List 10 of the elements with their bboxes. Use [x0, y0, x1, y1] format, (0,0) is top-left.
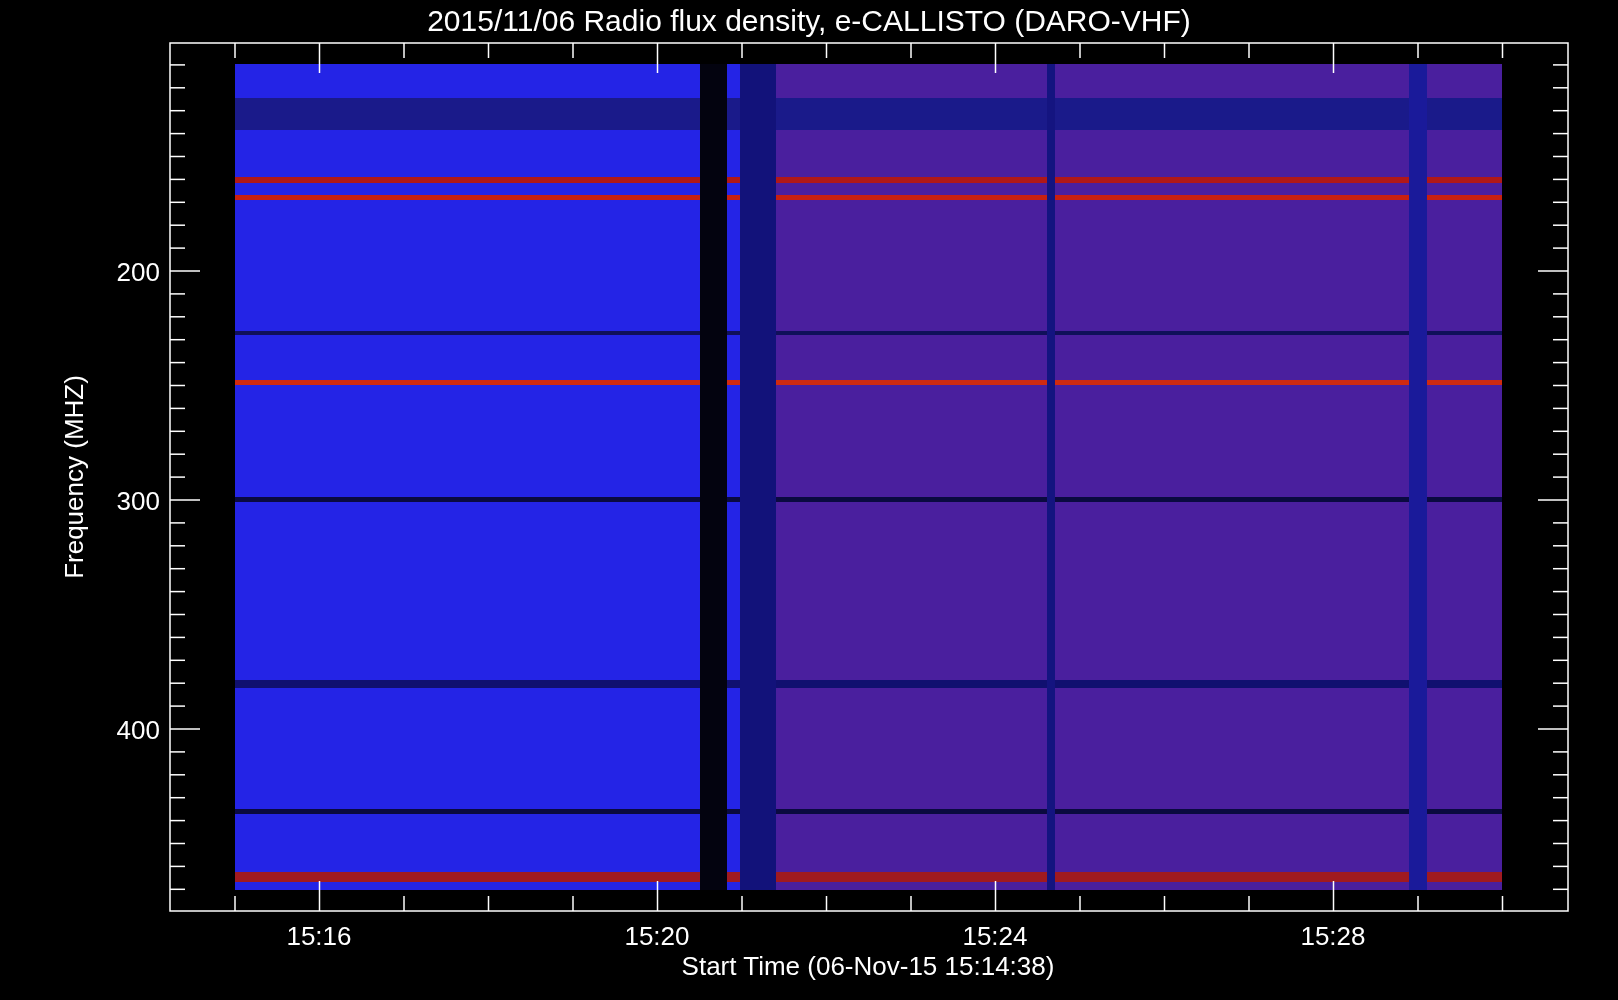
tick-label: 200: [116, 257, 160, 287]
tick-label: 400: [116, 715, 160, 745]
tick-label: 300: [116, 486, 160, 516]
tick-label: 15:28: [1300, 921, 1366, 951]
axis-title: Frequency (MHZ): [59, 375, 89, 579]
axis-title: Start Time (06-Nov-15 15:14:38): [681, 951, 1055, 981]
tick-label: 15:20: [624, 921, 690, 951]
tick-label: 15:24: [962, 921, 1028, 951]
chart-title: 2015/11/06 Radio flux density, e-CALLISTO (DARO-VHF): [427, 4, 1191, 37]
tick-label: 15:16: [286, 921, 352, 951]
